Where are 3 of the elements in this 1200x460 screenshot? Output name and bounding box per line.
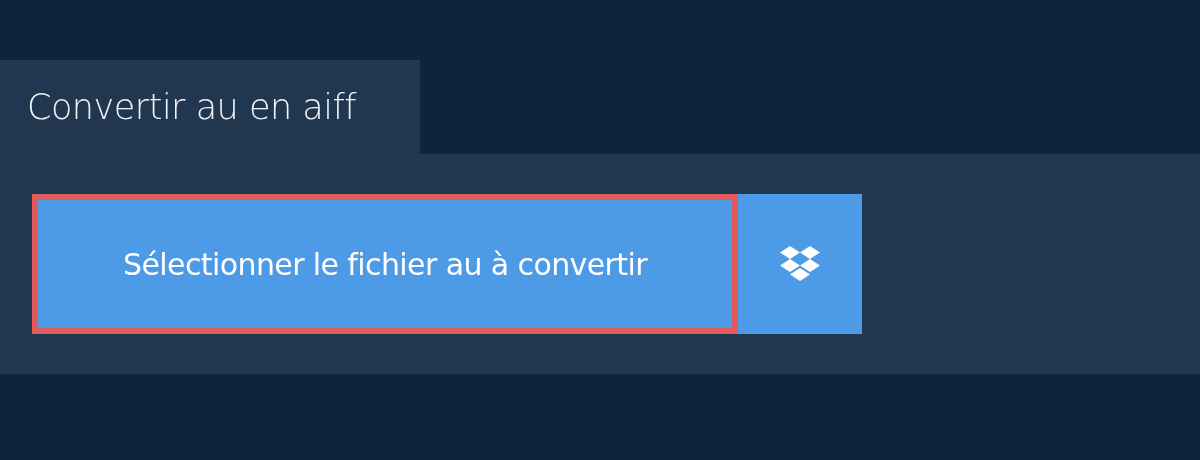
tab[interactable]: Convertir au en aiff — [0, 60, 420, 154]
dropbox-icon — [779, 245, 821, 283]
dropbox-button[interactable] — [738, 194, 862, 334]
